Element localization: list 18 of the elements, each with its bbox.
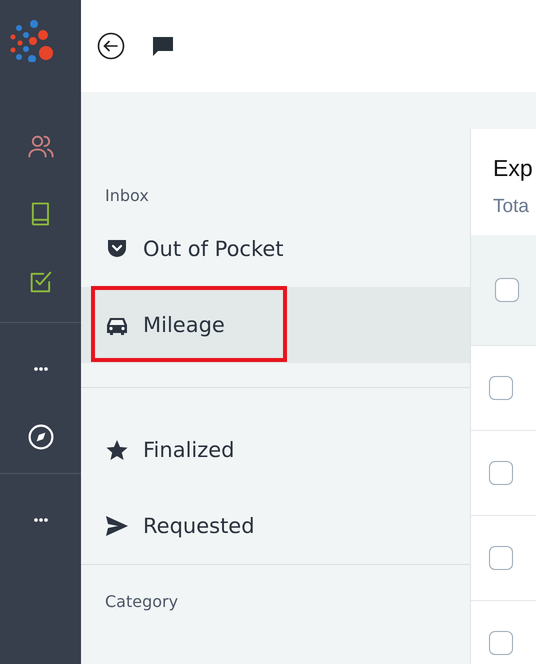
select-all-checkbox[interactable] (495, 278, 519, 302)
chat-bubble-icon (151, 34, 175, 58)
page-title: Exp (492, 154, 534, 182)
back-button[interactable] (97, 32, 125, 60)
nav-item[interactable]: Mileage (81, 287, 470, 363)
star-icon (105, 438, 129, 462)
more-icon (34, 367, 48, 371)
send-icon (105, 515, 129, 537)
chat-button[interactable] (151, 34, 175, 58)
page-subtitle: Tota (492, 195, 530, 218)
compass-icon (28, 424, 54, 450)
row-checkbox[interactable] (489, 376, 513, 400)
row-checkbox[interactable] (489, 631, 513, 655)
more-icon (34, 518, 48, 522)
row-checkbox[interactable] (489, 546, 513, 570)
section-heading: Category (104, 591, 180, 613)
row-checkbox[interactable] (489, 461, 513, 485)
section-heading: Inbox (104, 185, 150, 207)
